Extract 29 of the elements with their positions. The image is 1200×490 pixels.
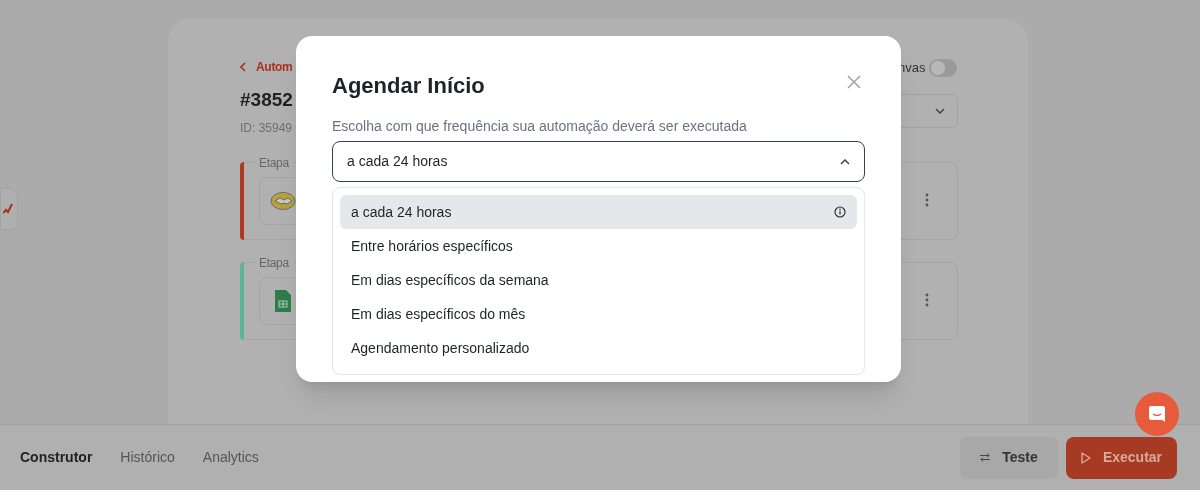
option-item[interactable]: Em dias específicos da semana bbox=[340, 263, 857, 297]
play-icon bbox=[1080, 451, 1091, 464]
info-icon[interactable] bbox=[834, 206, 846, 218]
more-options-icon[interactable] bbox=[925, 293, 929, 307]
option-item[interactable]: Entre horários específicos bbox=[340, 229, 857, 263]
option-item[interactable]: a cada 24 horas bbox=[340, 195, 857, 229]
automation-id: ID: 35949 bbox=[240, 119, 293, 137]
modal-description: Escolha com que frequência sua automação deverá ser executada bbox=[332, 117, 747, 136]
side-button[interactable] bbox=[0, 188, 18, 230]
test-button[interactable]: Teste bbox=[960, 436, 1058, 479]
chart-line-icon bbox=[3, 203, 13, 215]
back-chevron-icon[interactable] bbox=[240, 62, 246, 72]
frequency-select[interactable]: a cada 24 horas bbox=[332, 141, 865, 182]
option-item[interactable]: Em dias específicos do mês bbox=[340, 297, 857, 331]
more-options-icon[interactable] bbox=[925, 193, 929, 207]
canvas-toggle[interactable] bbox=[929, 58, 958, 77]
option-item[interactable]: Agendamento personalizado bbox=[340, 331, 857, 365]
modal-title: Agendar Início bbox=[332, 72, 485, 100]
bottom-tab[interactable]: Histórico bbox=[120, 447, 175, 468]
bottom-tab[interactable]: Construtor bbox=[20, 447, 93, 468]
chevron-down-icon bbox=[935, 108, 945, 114]
chat-icon bbox=[1148, 405, 1166, 423]
swap-arrows-icon bbox=[980, 453, 991, 462]
spreadsheet-icon bbox=[275, 290, 291, 312]
automation-title: #3852 bbox=[240, 88, 293, 112]
handshake-icon bbox=[270, 191, 296, 211]
bottom-tab[interactable]: Analytics bbox=[202, 447, 259, 468]
close-icon[interactable] bbox=[847, 75, 861, 89]
chat-button[interactable] bbox=[1135, 392, 1179, 436]
